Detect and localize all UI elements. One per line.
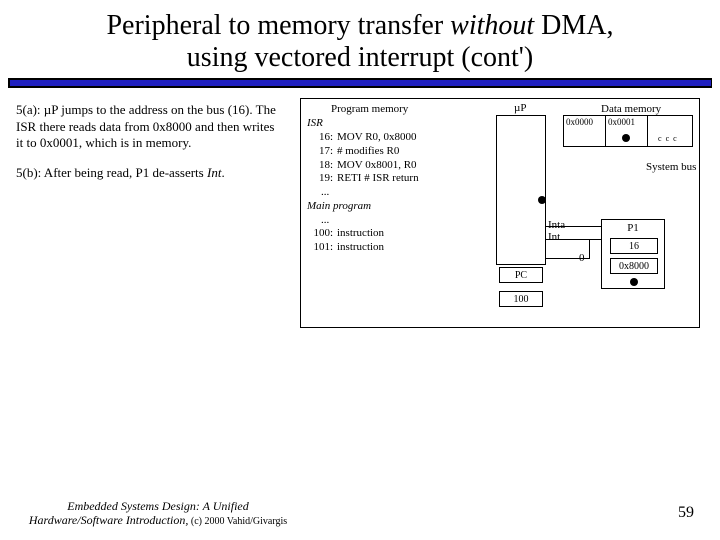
title-line2: using vectored interrupt (cont') — [187, 42, 533, 73]
main-label: Main program — [307, 200, 419, 214]
datamem-title: Data memory — [601, 103, 661, 115]
isr-line: 17:# modifies R0 — [307, 145, 419, 159]
slide-title: Peripheral to memory transfer without DM… — [0, 0, 720, 76]
pc-box: PC — [499, 267, 543, 283]
isr-line: 18:MOV 0x8001, R0 — [307, 159, 419, 173]
isr-label: ISR — [307, 117, 419, 131]
title-post: DMA, — [534, 10, 613, 41]
uP-box — [496, 115, 546, 265]
title-pre: Peripheral to memory transfer — [106, 10, 450, 41]
uP-label: µP — [514, 102, 526, 114]
progmem-title: Program memory — [331, 103, 408, 115]
footer-line2-rest: (c) 2000 Vahid/Givargis — [188, 516, 287, 527]
footer-citation: Embedded Systems Design: A Unified Hardw… — [18, 500, 298, 528]
wire — [589, 239, 590, 259]
p1-title: P1 — [602, 222, 664, 234]
dot-icon — [538, 196, 546, 204]
explain-5a: 5(a): µP jumps to the address on the bus… — [16, 102, 276, 151]
p1-value-16: 16 — [610, 238, 658, 254]
dot-icon — [630, 278, 638, 286]
diagram: Program memory ISR 16:MOV R0, 0x8000 17:… — [300, 98, 700, 328]
ticks-icon: ccc — [658, 134, 677, 143]
ellipsis: ... — [307, 186, 419, 200]
main-line: 101:instruction — [307, 241, 419, 255]
wire — [546, 239, 601, 240]
main-line: 100:instruction — [307, 227, 419, 241]
footer-line2-em: Hardware/Software Introduction, — [29, 513, 189, 527]
data-memory: 0x0000 0x0001 ccc — [563, 115, 693, 147]
mem-cell-label: 0x0001 — [606, 116, 647, 128]
title-em: without — [450, 10, 534, 41]
dot-icon — [622, 134, 630, 142]
ellipsis: ... — [307, 214, 419, 228]
explanation-text: 5(a): µP jumps to the address on the bus… — [16, 102, 276, 181]
footer-line1: Embedded Systems Design: A Unified — [67, 499, 249, 513]
title-rule — [8, 78, 712, 88]
p1-box: P1 16 0x8000 — [601, 219, 665, 289]
page-number: 59 — [678, 504, 694, 522]
wire — [546, 226, 601, 227]
isr-line: 19:RETI # ISR return — [307, 172, 419, 186]
program-memory: ISR 16:MOV R0, 0x8000 17:# modifies R0 1… — [307, 117, 419, 255]
isr-line: 16:MOV R0, 0x8000 — [307, 131, 419, 145]
mem-cell-label: 0x0000 — [564, 116, 605, 128]
explain-5b: 5(b): After being read, P1 de-asserts In… — [16, 165, 276, 181]
system-bus-label: System bus — [646, 161, 696, 173]
p1-value-addr: 0x8000 — [610, 258, 658, 274]
pc-value: 100 — [499, 291, 543, 307]
wire — [546, 258, 590, 259]
int-label: Int — [548, 231, 565, 243]
